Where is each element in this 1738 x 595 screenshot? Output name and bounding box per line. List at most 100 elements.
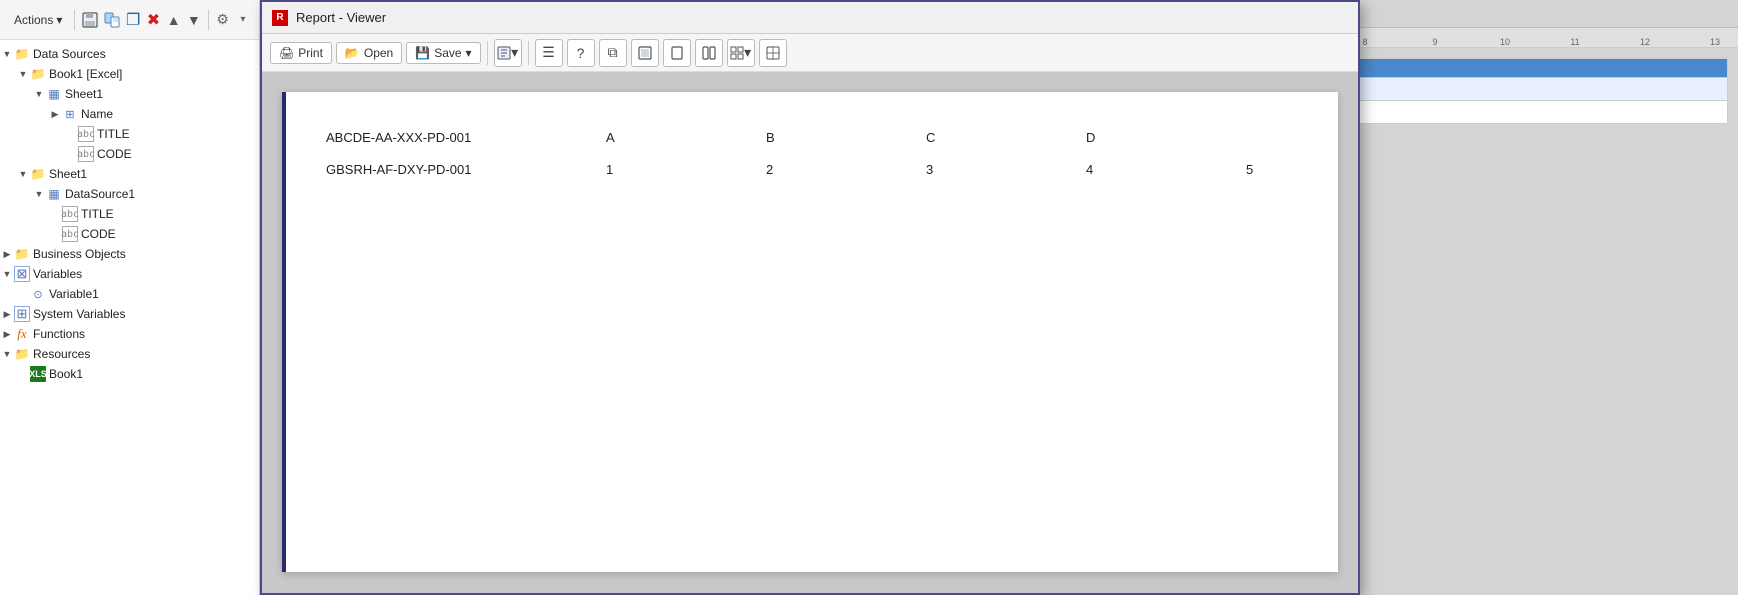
ruler-12: 12: [1610, 37, 1680, 47]
save-group-button[interactable]: [81, 8, 99, 32]
row2-col1: GBSRH-AF-DXY-PD-001: [326, 162, 606, 177]
tree-node-title-1[interactable]: ▶ abc TITLE: [0, 124, 259, 144]
new-tab-button[interactable]: ❐: [125, 8, 141, 32]
tree-node-system-variables[interactable]: ▶ ⊞ System Variables: [0, 304, 259, 324]
row1-col1: ABCDE-AA-XXX-PD-001: [326, 130, 606, 145]
label-title-2: TITLE: [81, 207, 114, 221]
label-name: Name: [81, 107, 113, 121]
tree-node-title-2[interactable]: ▶ abc TITLE: [0, 204, 259, 224]
var-group-icon: ⊠: [14, 266, 30, 282]
field-group-icon-name: ⊞: [62, 106, 78, 122]
viewer-thumbnail-btn[interactable]: [759, 39, 787, 67]
expander-datasource1[interactable]: ▼: [32, 187, 46, 201]
row2-col2: 1: [606, 162, 766, 177]
actions-button[interactable]: Actions ▾: [8, 11, 68, 29]
expander-functions[interactable]: ▶: [0, 327, 14, 341]
row2-col6: 5: [1246, 162, 1358, 177]
label-datasource1: DataSource1: [65, 187, 135, 201]
text-icon-code-1: abc: [78, 146, 94, 162]
row1-col5: D: [1086, 130, 1246, 145]
tree-node-resources[interactable]: ▼ 📁 Resources: [0, 344, 259, 364]
ruler-10: 10: [1470, 37, 1540, 47]
viewer-sep-1: [487, 41, 488, 65]
move-up-button[interactable]: ▲: [166, 8, 182, 32]
row2-col4-text: 3: [926, 162, 933, 177]
viewer-toolbar: 🖨 Print 📂 Open 💾 Save ▾ ▾ ☰ ? ⧉: [262, 34, 1358, 72]
viewer-grid-btn[interactable]: ▾: [727, 39, 755, 67]
tree-node-functions[interactable]: ▶ fx Functions: [0, 324, 259, 344]
expander-business-objects[interactable]: ▶: [0, 247, 14, 261]
viewer-export-btn[interactable]: ▾: [494, 39, 522, 67]
expander-sheet1-1[interactable]: ▼: [32, 87, 46, 101]
row1-col4-text: C: [926, 130, 935, 145]
tree-node-variables[interactable]: ▼ ⊠ Variables: [0, 264, 259, 284]
text-icon-title-2: abc: [62, 206, 78, 222]
expander-system-variables[interactable]: ▶: [0, 307, 14, 321]
save-icon: 💾: [415, 46, 430, 60]
delete-button[interactable]: ✖: [145, 8, 161, 32]
ruler-13: 13: [1680, 37, 1738, 47]
settings-button[interactable]: ⚙: [215, 8, 231, 32]
excel-icon-book1: XLS: [30, 366, 46, 382]
viewer-logo-text: R: [276, 12, 283, 23]
folder-icon-business-objects: 📁: [14, 246, 30, 262]
viewer-split-btn[interactable]: [695, 39, 723, 67]
var-icon-variable1: ⊙: [30, 286, 46, 302]
label-resources: Resources: [33, 347, 90, 361]
expander-resources[interactable]: ▼: [0, 347, 14, 361]
toolbar-separator-2: [208, 10, 209, 30]
ruler-11: 11: [1540, 37, 1610, 47]
tree-node-business-objects[interactable]: ▶ 📁 Business Objects: [0, 244, 259, 264]
label-variables: Variables: [33, 267, 82, 281]
tree-node-code-1[interactable]: ▶ abc CODE: [0, 144, 259, 164]
tree-node-name[interactable]: ▶ ⊞ Name: [0, 104, 259, 124]
toolbar-separator: [74, 10, 75, 30]
tree-node-sheet1-1[interactable]: ▼ ▦ Sheet1: [0, 84, 259, 104]
viewer-content[interactable]: ABCDE-AA-XXX-PD-001 A B C D GBSRH-AF-D: [262, 72, 1358, 593]
label-book1-res: Book1: [49, 367, 83, 381]
save-alt-button[interactable]: [103, 8, 121, 32]
folder-icon-data-sources: 📁: [14, 46, 30, 62]
viewer-single-btn[interactable]: [663, 39, 691, 67]
folder-icon-book1: 📁: [30, 66, 46, 82]
tree-node-book1-res[interactable]: ▶ XLS Book1: [0, 364, 259, 384]
label-data-sources: Data Sources: [33, 47, 106, 61]
tree-node-sheet1-2[interactable]: ▼ 📁 Sheet1: [0, 164, 259, 184]
move-down-button[interactable]: ▼: [186, 8, 202, 32]
left-panel: Actions ▾ ❐ ✖ ▲ ▼ ⚙ ▾: [0, 0, 260, 595]
table-icon-datasource1: ▦: [46, 186, 62, 202]
print-button[interactable]: 🖨 Print: [270, 42, 332, 64]
expander-variables[interactable]: ▼: [0, 267, 14, 281]
row1-col1-text: ABCDE-AA-XXX-PD-001: [326, 130, 471, 145]
open-label: Open: [364, 46, 393, 60]
label-system-variables: System Variables: [33, 307, 125, 321]
tree-node-data-sources[interactable]: ▼ 📁 Data Sources: [0, 44, 259, 64]
expander-name[interactable]: ▶: [48, 107, 62, 121]
print-icon: 🖨: [279, 46, 294, 60]
viewer-logo: R: [272, 10, 288, 26]
tree-node-code-2[interactable]: ▶ abc CODE: [0, 224, 259, 244]
viewer-fullpage-btn[interactable]: [631, 39, 659, 67]
row1-col3-text: B: [766, 130, 775, 145]
row2-col3-text: 2: [766, 162, 773, 177]
label-business-objects: Business Objects: [33, 247, 126, 261]
label-book1: Book1 [Excel]: [49, 67, 122, 81]
expander-sheet1-2[interactable]: ▼: [16, 167, 30, 181]
expander-data-sources[interactable]: ▼: [0, 47, 14, 61]
viewer-copy-btn[interactable]: ⧉: [599, 39, 627, 67]
settings-arrow[interactable]: ▾: [235, 8, 251, 32]
save-button[interactable]: 💾 Save ▾: [406, 42, 480, 64]
tree-node-book1[interactable]: ▼ 📁 Book1 [Excel]: [0, 64, 259, 84]
open-button[interactable]: 📂 Open: [336, 42, 402, 64]
report-row-2: GBSRH-AF-DXY-PD-001 1 2 3 4 5 6: [326, 154, 1298, 186]
actions-label: Actions: [14, 13, 53, 27]
tree-node-datasource1[interactable]: ▼ ▦ DataSource1: [0, 184, 259, 204]
viewer-help-btn[interactable]: ?: [567, 39, 595, 67]
row2-col2-text: 1: [606, 162, 613, 177]
viewer-list-btn[interactable]: ☰: [535, 39, 563, 67]
table-icon-sheet1-1: ▦: [46, 86, 62, 102]
expander-book1[interactable]: ▼: [16, 67, 30, 81]
tree-node-variable1[interactable]: ▶ ⊙ Variable1: [0, 284, 259, 304]
label-code-2: CODE: [81, 227, 116, 241]
label-sheet1-1: Sheet1: [65, 87, 103, 101]
